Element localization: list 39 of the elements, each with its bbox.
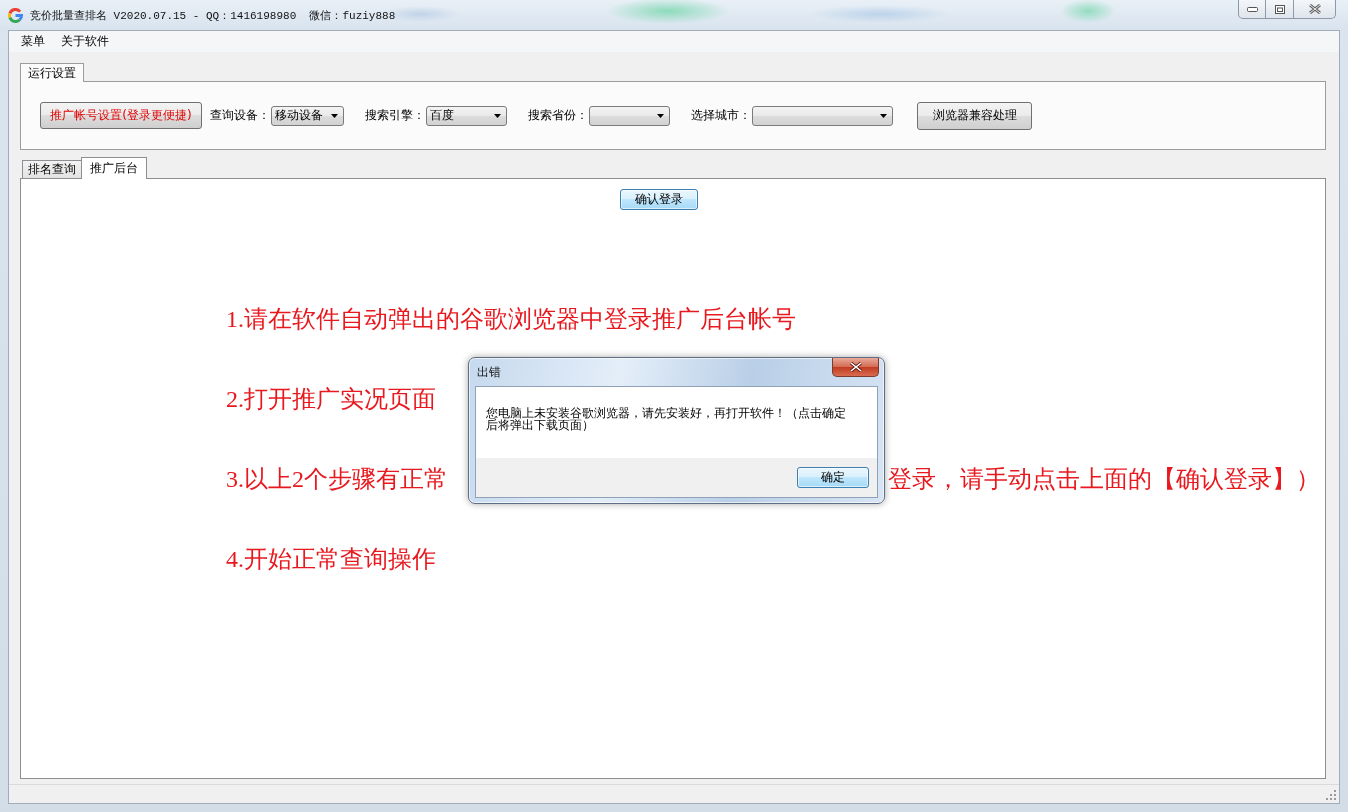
ok-button[interactable]: 确定 [797,467,869,488]
caret-icon [657,113,664,118]
field-label: 搜索省份： [528,107,588,124]
close-icon [1308,4,1321,14]
dropdown[interactable]: 移动设备 [271,105,344,126]
maximize-button[interactable] [1266,0,1294,19]
field-label: 选择城市： [691,107,751,124]
instruction-text: 登录，请手动点击上面的【确认登录】） [888,465,1320,494]
dialog-message: 您电脑上未安装谷歌浏览器，请先安装好，再打开软件！（点击确定后将弹出下载页面） [486,407,847,431]
dialog-close-button[interactable] [832,358,879,377]
group-tab[interactable]: 运行设置 [20,63,84,82]
dialog-title: 出错 [476,363,501,381]
instruction-text: 4.开始正常查询操作 [226,546,436,572]
field-label: 搜索引擎： [365,107,425,124]
window-title: 竞价批量查排名 V2020.07.15 - QQ：1416198980 微信：fuziy888 [30,8,396,23]
app-logo-icon [8,7,23,23]
dropdown[interactable] [589,105,670,126]
dropdown[interactable] [752,105,893,126]
minimize-icon [1246,6,1258,12]
dropdown[interactable]: 百度 [426,105,507,126]
caret-icon [331,113,338,118]
instruction-text: 3.以上2个步骤有正常 [226,465,448,494]
close-icon [849,362,862,372]
menu-item[interactable]: 关于软件 [53,31,117,52]
browser-compat-button[interactable]: 浏览器兼容处理 [917,101,1032,130]
tab[interactable]: 推广后台 [81,157,147,179]
menu-item[interactable]: 菜单 [13,31,53,52]
resize-grip-icon[interactable] [1326,790,1337,801]
tab[interactable]: 排名查询 [22,160,82,178]
maximize-icon [1274,4,1285,14]
instruction-text: 2.打开推广实况页面 [226,386,436,412]
minimize-button[interactable] [1238,0,1266,19]
confirm-login-button[interactable]: 确认登录 [620,189,698,210]
caret-icon [880,113,887,118]
instruction-text: 1.请在软件自动弹出的谷歌浏览器中登录推广后台帐号 [226,306,796,332]
account-settings-button[interactable]: 推广帐号设置(登录更便捷) [40,102,202,129]
close-button[interactable] [1294,0,1336,19]
caret-icon [494,113,501,118]
field-label: 查询设备： [210,107,270,124]
